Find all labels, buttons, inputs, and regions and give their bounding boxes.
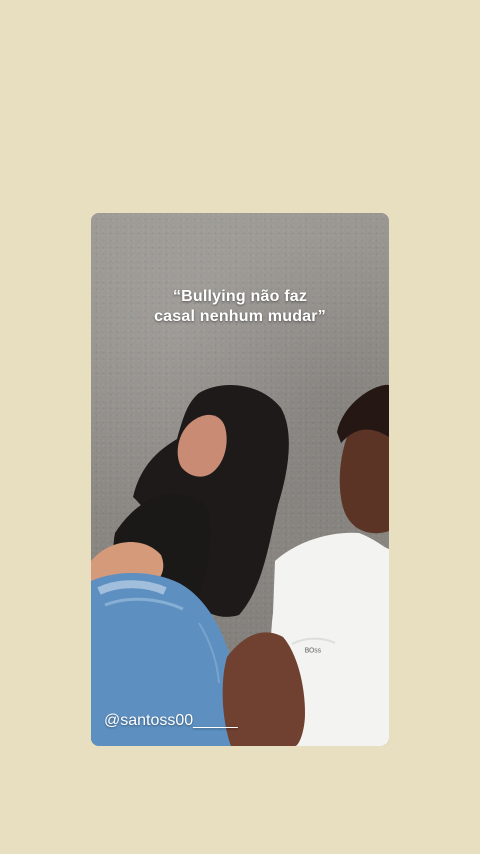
story-quote: “Bullying não faz casal nenhum mudar”	[154, 288, 326, 325]
story-screen: ᴮᴼˢˢ “Bullying não faz casal nenhum muda…	[0, 0, 480, 854]
svg-text:ᴮᴼˢˢ: ᴮᴼˢˢ	[305, 647, 322, 658]
username-handle[interactable]: @santoss00_____	[104, 712, 238, 730]
story-photo-card[interactable]: ᴮᴼˢˢ “Bullying não faz casal nenhum muda…	[91, 213, 389, 746]
